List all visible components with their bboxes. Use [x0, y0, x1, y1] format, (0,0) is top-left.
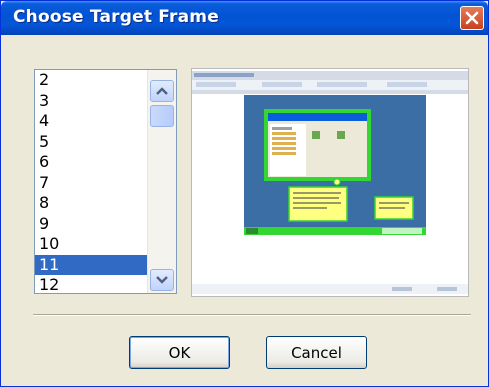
separator — [33, 314, 471, 316]
chevron-up-icon — [156, 87, 168, 95]
scroll-up-button[interactable] — [150, 80, 174, 102]
list-item[interactable]: 10 — [35, 234, 147, 255]
scroll-thumb[interactable] — [150, 105, 174, 127]
frame-listbox[interactable]: 2 3 4 5 6 7 8 9 10 11 12 — [34, 69, 177, 294]
list-item[interactable]: 5 — [35, 132, 147, 153]
frame-list: 2 3 4 5 6 7 8 9 10 11 12 — [35, 70, 147, 293]
list-item[interactable]: 4 — [35, 111, 147, 132]
list-item[interactable]: 8 — [35, 193, 147, 214]
close-icon — [465, 11, 479, 25]
list-scrollbar[interactable] — [147, 70, 176, 293]
list-item[interactable]: 3 — [35, 91, 147, 112]
list-item[interactable]: 12 — [35, 275, 147, 293]
chevron-down-icon — [156, 276, 168, 284]
list-item[interactable]: 7 — [35, 173, 147, 194]
cancel-button[interactable]: Cancel — [266, 336, 367, 369]
title-bar[interactable]: Choose Target Frame — [1, 1, 488, 35]
frame-preview — [191, 68, 469, 297]
ok-button[interactable]: OK — [129, 336, 230, 369]
list-item-selected[interactable]: 11 — [35, 254, 147, 275]
list-item[interactable]: 6 — [35, 152, 147, 173]
close-button[interactable] — [460, 6, 484, 30]
choose-target-frame-dialog: Choose Target Frame 2 3 4 5 6 7 8 9 10 1… — [0, 0, 489, 387]
dialog-title: Choose Target Frame — [13, 7, 219, 27]
frame-thumbnail — [192, 69, 468, 296]
list-item[interactable]: 9 — [35, 214, 147, 235]
list-item[interactable]: 2 — [35, 70, 147, 91]
scroll-down-button[interactable] — [150, 269, 174, 291]
